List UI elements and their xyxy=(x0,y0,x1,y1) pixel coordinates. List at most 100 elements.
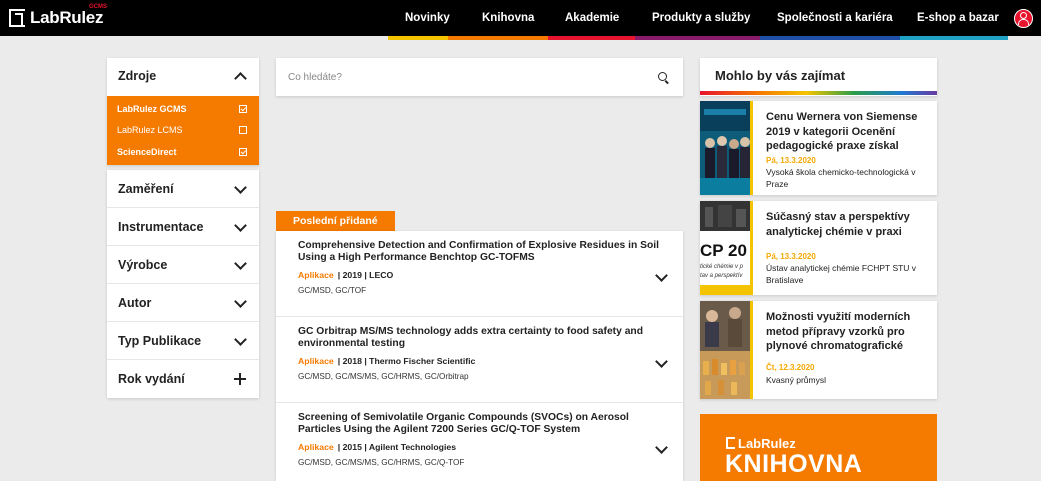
search-box xyxy=(276,58,683,96)
news-date: Pá, 13.3.2020 xyxy=(766,156,816,165)
nav-novinky[interactable]: Novinky xyxy=(405,12,450,24)
article-year-company: | 2015 | Agilent Technologies xyxy=(337,442,457,452)
filter-label: Výrobce xyxy=(118,258,168,272)
article-item[interactable]: Screening of Semivolatile Organic Compou… xyxy=(276,403,683,481)
news-thumbnail[interactable]: CP 20 tické chémie v p tav a perspektív xyxy=(700,201,750,295)
news-date: Čt, 12.3.2020 xyxy=(766,363,815,372)
thumb-overlay-sub: tické chémie v p xyxy=(700,264,744,270)
filter-label: Instrumentace xyxy=(118,220,204,234)
article-meta: Aplikace | 2019 | LECO xyxy=(298,270,393,280)
chevron-down-icon[interactable] xyxy=(234,333,247,346)
article-item[interactable]: GC Orbitrap MS/MS technology adds extra … xyxy=(276,317,683,403)
color-stripe xyxy=(548,36,635,40)
color-stripe xyxy=(760,36,900,40)
logo-sub: GCMS xyxy=(89,4,107,10)
color-stripe xyxy=(635,36,760,40)
color-stripe xyxy=(448,36,548,40)
promo-logo-text: LabRulez xyxy=(738,436,796,451)
article-meta: Aplikace | 2015 | Agilent Technologies xyxy=(298,442,456,452)
promo-title: KNIHOVNA xyxy=(725,450,863,478)
source-labrulez-lcms[interactable]: LabRulez LCMS xyxy=(117,125,183,135)
filter-zamereni[interactable]: Zaměření xyxy=(107,170,259,208)
article-tags: GC/MSD, GC/MS/MS, GC/HRMS, GC/Q-TOF xyxy=(298,458,465,467)
article-title[interactable]: Screening of Semivolatile Organic Compou… xyxy=(298,412,668,435)
article-title[interactable]: Comprehensive Detection and Confirmation… xyxy=(298,240,668,263)
news-source: Kvasný průmysl xyxy=(766,375,826,385)
nav-eshop-a-bazar[interactable]: E-shop a bazar xyxy=(917,12,999,24)
filter-label: Typ Publikace xyxy=(118,334,202,348)
news-card[interactable]: CP 20 tické chémie v p tav a perspektív … xyxy=(700,201,937,295)
article-type: Aplikace xyxy=(298,270,334,280)
chevron-up-icon[interactable] xyxy=(234,72,247,85)
filter-rok-vydani[interactable]: Rok vydání xyxy=(107,360,259,398)
rainbow-divider xyxy=(700,91,937,95)
nav-produkty-a-sluzby[interactable]: Produkty a služby xyxy=(652,12,750,24)
chevron-down-icon[interactable] xyxy=(655,441,668,454)
source-checkbox-gcms[interactable] xyxy=(239,105,247,113)
article-year-company: | 2018 | Thermo Fischer Scientific xyxy=(337,356,476,366)
labrulez-logo[interactable]: LabRulez GCMS xyxy=(9,4,107,28)
news-thumbnail[interactable] xyxy=(700,101,750,195)
chevron-down-icon[interactable] xyxy=(234,295,247,308)
thumb-overlay-text: CP 20 xyxy=(700,241,747,260)
source-sciencedirect[interactable]: ScienceDirect xyxy=(117,147,177,157)
news-source: Ústav analytickej chémie FCHPT STU v Bra… xyxy=(766,263,917,285)
news-card[interactable]: Možnosti využití moderních metod příprav… xyxy=(700,301,937,399)
chevron-down-icon[interactable] xyxy=(234,181,247,194)
news-accent-bar xyxy=(750,201,753,295)
nav-spolecnosti-a-kariera[interactable]: Společnosti a kariéra xyxy=(777,12,893,24)
thumb-overlay-sub: tav a perspektív xyxy=(700,273,743,279)
nav-akademie[interactable]: Akademie xyxy=(565,12,619,24)
article-title[interactable]: GC Orbitrap MS/MS technology adds extra … xyxy=(298,326,668,349)
filter-label: Rok vydání xyxy=(118,372,185,386)
recent-tab: Poslední přidané xyxy=(276,211,395,231)
filter-label: Autor xyxy=(118,296,152,310)
source-labrulez-gcms[interactable]: LabRulez GCMS xyxy=(117,104,187,114)
source-checkbox-sciencedirect[interactable] xyxy=(239,148,247,156)
search-input[interactable] xyxy=(276,58,646,96)
filter-instrumentace[interactable]: Instrumentace xyxy=(107,208,259,246)
promo-logo-icon xyxy=(726,437,735,449)
chevron-down-icon[interactable] xyxy=(655,355,668,368)
top-navigation-bar: LabRulez GCMS Novinky Knihovna Akademie … xyxy=(0,0,1041,36)
news-title[interactable]: Cenu Wernera von Siemense 2019 v kategor… xyxy=(766,110,928,154)
article-year-company: | 2019 | LECO xyxy=(337,270,394,280)
interest-title: Mohlo by vás zajímat xyxy=(715,68,846,83)
news-date: Pá, 13.3.2020 xyxy=(766,252,816,261)
filter-vyrobce[interactable]: Výrobce xyxy=(107,246,259,284)
recent-articles-list: Comprehensive Detection and Confirmation… xyxy=(276,231,683,481)
news-accent-bar xyxy=(750,301,753,399)
article-tags: GC/MSD, GC/TOF xyxy=(298,286,367,295)
article-type: Aplikace xyxy=(298,356,334,366)
source-checkbox-lcms[interactable] xyxy=(239,126,247,134)
library-promo-banner[interactable]: LabRulez KNIHOVNA xyxy=(700,414,937,481)
filter-autor[interactable]: Autor xyxy=(107,284,259,322)
filter-label: Zaměření xyxy=(118,182,174,196)
article-item[interactable]: Comprehensive Detection and Confirmation… xyxy=(276,231,683,317)
news-title[interactable]: Súčasný stav a perspektívy analytickej c… xyxy=(766,210,928,239)
sources-filter-header[interactable]: Zdroje xyxy=(107,58,259,96)
chevron-down-icon[interactable] xyxy=(655,269,668,282)
news-card[interactable]: Cenu Wernera von Siemense 2019 v kategor… xyxy=(700,101,937,195)
article-tags: GC/MSD, GC/MS/MS, GC/HRMS, GC/Orbitrap xyxy=(298,372,469,381)
news-thumbnail[interactable] xyxy=(700,301,750,399)
search-icon[interactable] xyxy=(658,72,667,81)
news-source: Vysoká škola chemicko-technologická v Pr… xyxy=(766,167,916,189)
article-meta: Aplikace | 2018 | Thermo Fischer Scientif… xyxy=(298,356,475,366)
color-stripe xyxy=(900,36,1008,40)
nav-knihovna[interactable]: Knihovna xyxy=(482,12,534,24)
sources-filter-panel: Zdroje LabRulez GCMS LabRulez LCMS Scien… xyxy=(107,58,259,165)
user-account-icon[interactable] xyxy=(1014,9,1033,28)
article-type: Aplikace xyxy=(298,442,334,452)
sources-filter-title: Zdroje xyxy=(118,69,157,83)
filter-typ-publikace[interactable]: Typ Publikace xyxy=(107,322,259,360)
chevron-down-icon[interactable] xyxy=(234,219,247,232)
logo-text: LabRulez xyxy=(30,8,104,27)
news-accent-bar xyxy=(750,101,753,195)
chevron-down-icon[interactable] xyxy=(234,257,247,270)
color-stripe xyxy=(388,36,448,40)
sources-list: LabRulez GCMS LabRulez LCMS ScienceDirec… xyxy=(107,96,259,165)
filter-groups-panel: Zaměření Instrumentace Výrobce Autor Typ… xyxy=(107,170,259,398)
news-title[interactable]: Možnosti využití moderních metod příprav… xyxy=(766,310,928,354)
plus-icon[interactable] xyxy=(234,373,246,385)
